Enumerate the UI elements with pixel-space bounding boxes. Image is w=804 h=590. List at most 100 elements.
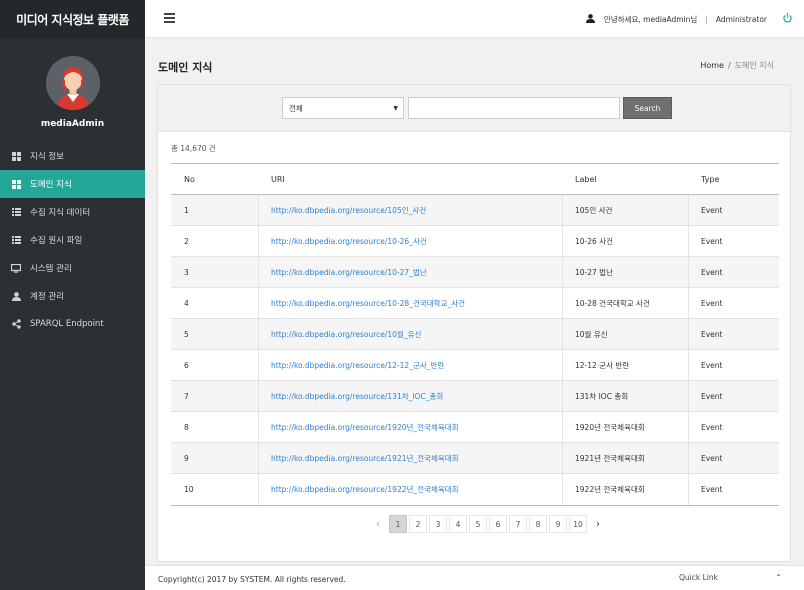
cell-label: 1920년 전국체육대회 [563,412,689,442]
cell-type: Event [701,485,723,494]
content-panel: 전체 ▼ Search 총 14,670 건 No URI Label Type… [157,84,791,562]
page-button-7[interactable]: 7 [509,515,527,533]
page-button-9[interactable]: 9 [549,515,567,533]
cell-type: Event [701,236,723,246]
page-title: 도메인 지식 [158,61,213,74]
uri-link[interactable]: http://ko.dbpedia.org/resource/10-27_법난 [271,267,427,278]
page-button-4[interactable]: 4 [449,515,467,533]
page-button-3[interactable]: 3 [429,515,447,533]
cell-no: 1 [171,195,259,225]
cell-no: 9 [171,443,259,473]
top-bar: 안녕하세요, mediaAdmin님 | Administrator [145,0,804,38]
list-icon [11,235,21,245]
sidebar-item-label: 시스템 관리 [30,264,72,274]
breadcrumb-current: 도메인 지식 [734,61,774,70]
pagination: ‹ 1 2 3 4 5 6 7 8 9 10 › [369,515,609,533]
pagination-prev-icon[interactable]: ‹ [369,515,387,533]
cell-no: 6 [171,350,259,380]
uri-link[interactable]: http://ko.dbpedia.org/resource/131차_IOC_… [271,391,443,402]
cell-label: 1922년 전국체육대회 [563,474,689,505]
sidebar-item-account[interactable]: 계정 관리 [0,282,145,310]
sidebar-item-sparql[interactable]: SPARQL Endpoint [0,310,145,338]
brand-logo[interactable]: 미디어 지식정보 플랫폼 [0,0,145,38]
share-icon [11,319,21,329]
column-header-no: No [184,174,195,184]
cell-label: 10-28 건국대학교 사건 [563,288,689,318]
uri-link[interactable]: http://ko.dbpedia.org/resource/105인_사건 [271,205,426,216]
power-icon[interactable] [783,12,792,26]
table-row: 3 http://ko.dbpedia.org/resource/10-27_법… [171,257,779,288]
search-button[interactable]: Search [623,97,672,119]
uri-link[interactable]: http://ko.dbpedia.org/resource/10-26_사건 [271,236,427,247]
sidebar-item-domain-knowledge[interactable]: 도메인 지식 [0,170,145,198]
avatar [45,56,100,110]
cell-label: 12-12 군사 반란 [563,350,689,380]
table-header: No URI Label Type [171,164,779,195]
profile-name: mediaAdmin [40,119,105,129]
uri-link[interactable]: http://ko.dbpedia.org/resource/1922년_전국체… [271,484,459,495]
uri-link[interactable]: http://ko.dbpedia.org/resource/12-12_군사_… [271,360,444,371]
search-input[interactable] [408,97,620,119]
total-count: 총 14,670 건 [171,144,216,153]
table-row: 5 http://ko.dbpedia.org/resource/10월_유신 … [171,319,779,350]
cell-no: 8 [171,412,259,442]
table-row: 4 http://ko.dbpedia.org/resource/10-28_건… [171,288,779,319]
user-area: 안녕하세요, mediaAdmin님 | Administrator [585,0,792,38]
separator: | [705,14,708,24]
role-text: Administrator [715,14,767,24]
page-header: 도메인 지식 Home / 도메인 지식 [145,38,804,84]
uri-link[interactable]: http://ko.dbpedia.org/resource/1920년_전국체… [271,422,459,433]
sidebar-item-label: 지식 정보 [30,152,64,162]
uri-link[interactable]: http://ko.dbpedia.org/resource/1921년_전국체… [271,453,459,464]
cell-type: Event [701,453,723,463]
cell-type: Event [701,267,723,277]
grid-icon [11,151,21,161]
caret-up-icon[interactable]: ⌃ [775,573,782,582]
cell-label: 105인 사건 [563,195,689,225]
cell-no: 5 [171,319,259,349]
page-button-2[interactable]: 2 [409,515,427,533]
quick-link[interactable]: Quick Link [679,573,718,582]
cell-no: 7 [171,381,259,411]
table-row: 1 http://ko.dbpedia.org/resource/105인_사건… [171,195,779,226]
page-button-6[interactable]: 6 [489,515,507,533]
profile: mediaAdmin [0,38,145,138]
sidebar-item-knowledge-info[interactable]: 지식 정보 [0,142,145,170]
greeting-text: 안녕하세요, mediaAdmin님 [603,14,698,24]
sidebar-item-system[interactable]: 시스템 관리 [0,254,145,282]
table-row: 7 http://ko.dbpedia.org/resource/131차_IO… [171,381,779,412]
cell-label: 10-27 법난 [563,257,689,287]
sidebar-item-label: 수집 원시 파일 [30,236,83,246]
copyright-text: Copyright(c) 2017 by SYSTEM. All rights … [158,575,346,584]
footer: Copyright(c) 2017 by SYSTEM. All rights … [145,565,804,590]
column-header-label: Label [575,174,597,184]
page-button-8[interactable]: 8 [529,515,547,533]
sidebar-item-label: 도메인 지식 [30,180,72,190]
search-scope-select[interactable]: 전체 ▼ [282,97,404,119]
column-header-type: Type [701,174,720,184]
grid-icon [11,179,21,189]
pagination-next-icon[interactable]: › [589,515,607,533]
list-icon [11,207,21,217]
cell-no: 2 [171,226,259,256]
search-scope-value: 전체 [289,103,303,113]
sidebar-item-raw-files[interactable]: 수집 원시 파일 [0,226,145,254]
monitor-icon [11,263,21,273]
uri-link[interactable]: http://ko.dbpedia.org/resource/10월_유신 [271,329,421,340]
sidebar-item-label: 수집 지식 데이터 [30,208,91,218]
cell-label: 10-26 사건 [563,226,689,256]
page-button-10[interactable]: 10 [569,515,587,533]
breadcrumb-home[interactable]: Home [700,61,724,70]
cell-no: 4 [171,288,259,318]
page-button-1[interactable]: 1 [389,515,407,533]
menu-toggle-icon[interactable] [164,13,175,23]
sidebar: 미디어 지식정보 플랫폼 mediaAdmin 지식 정보 도메인 지식 수집 … [0,0,145,590]
table-row: 9 http://ko.dbpedia.org/resource/1921년_전… [171,443,779,474]
cell-label: 131차 IOC 총회 [563,381,689,411]
sidebar-item-collected-data[interactable]: 수집 지식 데이터 [0,198,145,226]
uri-link[interactable]: http://ko.dbpedia.org/resource/10-28_건국대… [271,298,465,309]
sidebar-nav: 지식 정보 도메인 지식 수집 지식 데이터 수집 원시 파일 시스템 관리 계… [0,142,145,338]
breadcrumb: Home / 도메인 지식 [700,60,774,71]
column-header-uri: URI [271,174,285,184]
page-button-5[interactable]: 5 [469,515,487,533]
